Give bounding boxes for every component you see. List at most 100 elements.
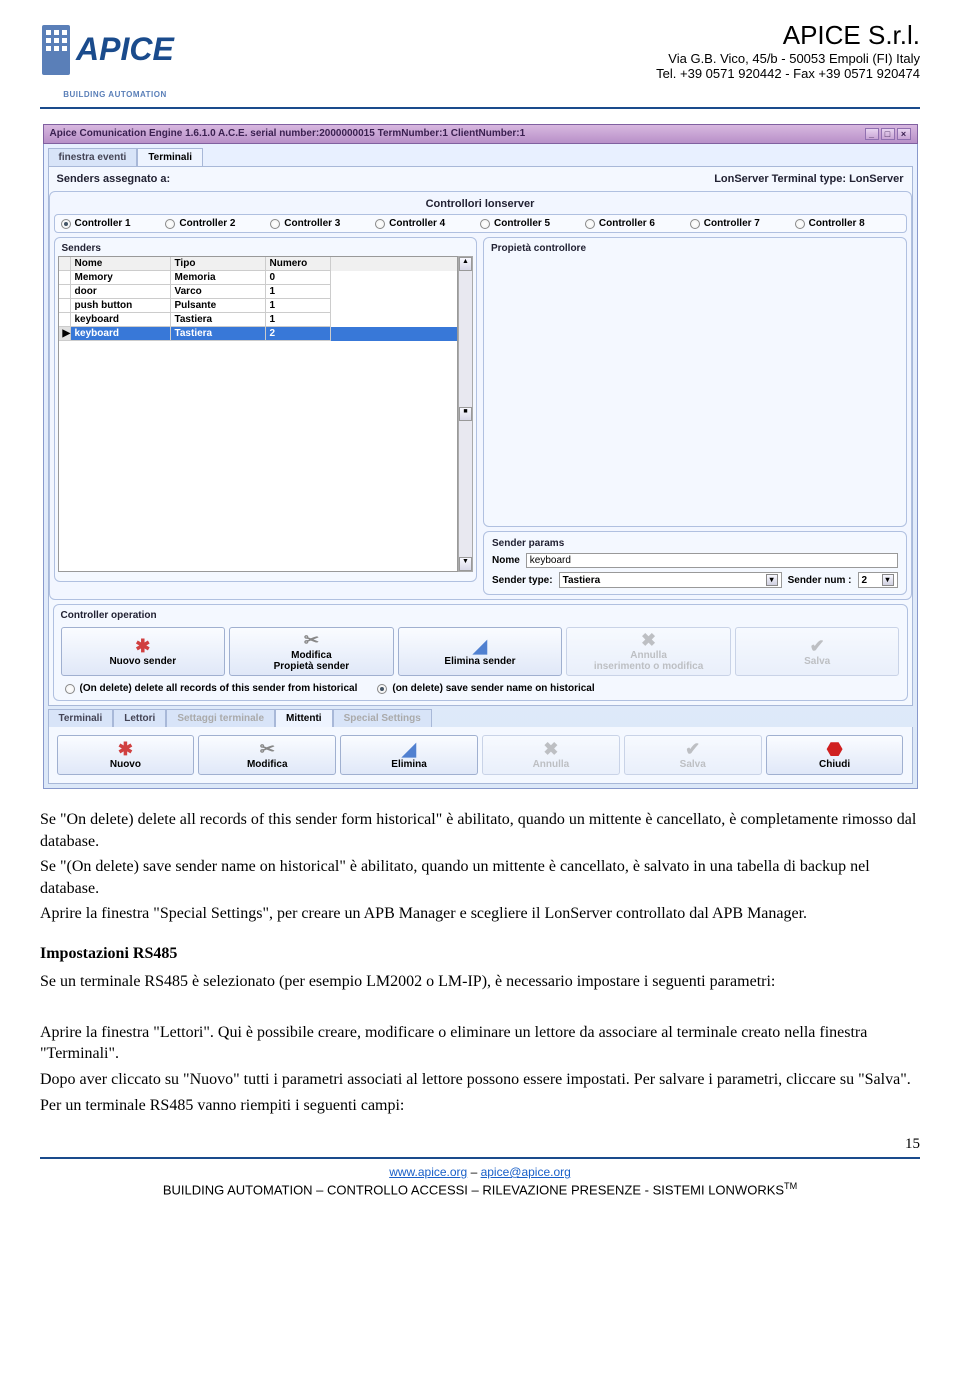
col-numero: Numero (266, 257, 331, 271)
page-header: APICE BUILDING AUTOMATION APICE S.r.l. V… (40, 20, 920, 109)
controller-props-title: Propietà controllore (487, 241, 903, 256)
col-nome: Nome (71, 257, 171, 271)
scroll-down-icon[interactable]: ▼ (459, 557, 472, 571)
nuovo-sender-button[interactable]: ✱Nuovo sender (61, 627, 226, 676)
table-row[interactable]: push buttonPulsante1 (59, 299, 458, 313)
tab-terminali[interactable]: Terminali (137, 148, 203, 166)
controller-7-radio[interactable]: Controller 7 (690, 218, 795, 229)
controller-7-label: Controller 7 (704, 218, 760, 229)
sender-num-label: Sender num : (788, 575, 852, 586)
logo-icon: APICE (40, 20, 190, 88)
logo: APICE BUILDING AUTOMATION (40, 20, 190, 99)
company-address: Via G.B. Vico, 45/b - 50053 Empoli (FI) … (656, 51, 920, 66)
table-row[interactable]: ▶keyboardTastiera2 (59, 327, 458, 341)
sender-num-value: 2 (862, 575, 868, 586)
maximize-icon[interactable]: □ (881, 128, 895, 140)
close-icon[interactable]: × (897, 128, 911, 140)
tab-lettori[interactable]: Lettori (113, 709, 166, 727)
controller-3-label: Controller 3 (284, 218, 340, 229)
stop-icon: ⬣ (827, 740, 843, 758)
trademark: TM (784, 1181, 797, 1191)
annulla-button-2[interactable]: ✖Annulla (482, 735, 620, 775)
secondary-tabs: Terminali Lettori Settaggi terminale Mit… (48, 709, 913, 727)
controllers-panel: Controllori lonserver Controller 1 Contr… (49, 191, 912, 600)
scroll-mid-icon[interactable]: ■ (459, 407, 472, 421)
paragraph: Se "(On delete) save sender name on hist… (40, 856, 920, 899)
scrollbar[interactable]: ▲ ■ ▼ (458, 256, 473, 572)
controller-operation-title: Controller operation (57, 608, 904, 623)
delete-all-records-radio[interactable]: (On delete) delete all records of this s… (65, 683, 358, 694)
tools-icon: ✂ (260, 740, 275, 758)
cancel-icon: ✖ (641, 631, 656, 649)
salva-button[interactable]: ✔Salva (735, 627, 900, 676)
modifica-button[interactable]: ✂Modifica (198, 735, 336, 775)
controller-5-radio[interactable]: Controller 5 (480, 218, 585, 229)
lonserver-type-label: LonServer Terminal type: LonServer (714, 173, 903, 185)
svg-text:APICE: APICE (75, 31, 175, 67)
tab-special-settings[interactable]: Special Settings (333, 709, 432, 727)
modifica-sender-button[interactable]: ✂ModificaPropietà sender (229, 627, 394, 676)
chevron-down-icon: ▾ (766, 574, 778, 586)
senders-assigned-label: Senders assegnato a: (57, 173, 171, 185)
cancel-icon: ✖ (543, 740, 558, 758)
window-title: Apice Comunication Engine 1.6.1.0 A.C.E.… (50, 128, 865, 140)
annulla-button[interactable]: ✖Annullainserimento o modifica (566, 627, 731, 676)
sender-params-title: Sender params (488, 536, 902, 551)
save-sender-name-radio[interactable]: (on delete) save sender name on historic… (377, 683, 594, 694)
nuovo-button[interactable]: ✱Nuovo (57, 735, 195, 775)
paragraph: Aprire la finestra "Special Settings", p… (40, 903, 920, 925)
sender-type-value: Tastiera (563, 575, 601, 586)
email-link[interactable]: apice@apice.org (481, 1165, 571, 1179)
table-row[interactable]: keyboardTastiera1 (59, 313, 458, 327)
tools-icon: ✂ (304, 631, 319, 649)
elimina-sender-button[interactable]: ◢Elimina sender (398, 627, 563, 676)
star-icon: ✱ (118, 740, 133, 758)
eraser-icon: ◢ (402, 740, 416, 758)
col-tipo: Tipo (171, 257, 266, 271)
paragraph: Se "On delete) delete all records of thi… (40, 809, 920, 852)
minimize-icon[interactable]: _ (865, 128, 879, 140)
elimina-button[interactable]: ◢Elimina (340, 735, 478, 775)
controller-6-radio[interactable]: Controller 6 (585, 218, 690, 229)
controller-1-radio[interactable]: Controller 1 (61, 218, 166, 229)
paragraph: Aprire la finestra "Lettori". Qui è poss… (40, 1022, 920, 1065)
controllers-title: Controllori lonserver (54, 196, 907, 214)
website-link[interactable]: www.apice.org (389, 1165, 467, 1179)
app-screenshot: Apice Comunication Engine 1.6.1.0 A.C.E.… (43, 124, 918, 789)
controller-4-radio[interactable]: Controller 4 (375, 218, 480, 229)
titlebar: Apice Comunication Engine 1.6.1.0 A.C.E.… (43, 124, 918, 144)
controller-8-label: Controller 8 (809, 218, 865, 229)
tab-terminali-2[interactable]: Terminali (48, 709, 114, 727)
salva-button-2[interactable]: ✔Salva (624, 735, 762, 775)
controller-5-label: Controller 5 (494, 218, 550, 229)
sender-type-label: Sender type: (492, 575, 553, 586)
controller-1-label: Controller 1 (75, 218, 131, 229)
sender-type-dropdown[interactable]: Tastiera ▾ (559, 572, 782, 588)
tab-settaggi[interactable]: Settaggi terminale (166, 709, 275, 727)
chiudi-button[interactable]: ⬣Chiudi (766, 735, 904, 775)
table-row[interactable]: doorVarco1 (59, 285, 458, 299)
controller-8-radio[interactable]: Controller 8 (795, 218, 900, 229)
senders-group-title: Senders (58, 241, 474, 256)
tab-mittenti[interactable]: Mittenti (275, 709, 333, 727)
controller-4-label: Controller 4 (389, 218, 445, 229)
page-footer: www.apice.org – apice@apice.org BUILDING… (40, 1157, 920, 1197)
scroll-up-icon[interactable]: ▲ (459, 257, 472, 271)
star-icon: ✱ (135, 637, 150, 655)
section-heading: Impostazioni RS485 (40, 943, 920, 965)
controller-2-label: Controller 2 (179, 218, 235, 229)
sender-num-dropdown[interactable]: 2▾ (858, 572, 898, 588)
page-number: 15 (40, 1136, 920, 1153)
tab-finestra-eventi[interactable]: finestra eventi (48, 148, 138, 166)
controller-6-label: Controller 6 (599, 218, 655, 229)
paragraph: Per un terminale RS485 vanno riempiti i … (40, 1095, 920, 1117)
nome-label: Nome (492, 555, 520, 566)
company-name: APICE S.r.l. (656, 20, 920, 51)
eraser-icon: ◢ (473, 637, 487, 655)
controller-3-radio[interactable]: Controller 3 (270, 218, 375, 229)
nome-input[interactable] (526, 553, 898, 568)
paragraph: Se un terminale RS485 è selezionato (per… (40, 971, 920, 993)
controller-2-radio[interactable]: Controller 2 (165, 218, 270, 229)
footer-tagline: BUILDING AUTOMATION – CONTROLLO ACCESSI … (163, 1182, 784, 1197)
table-row[interactable]: MemoryMemoria0 (59, 271, 458, 285)
